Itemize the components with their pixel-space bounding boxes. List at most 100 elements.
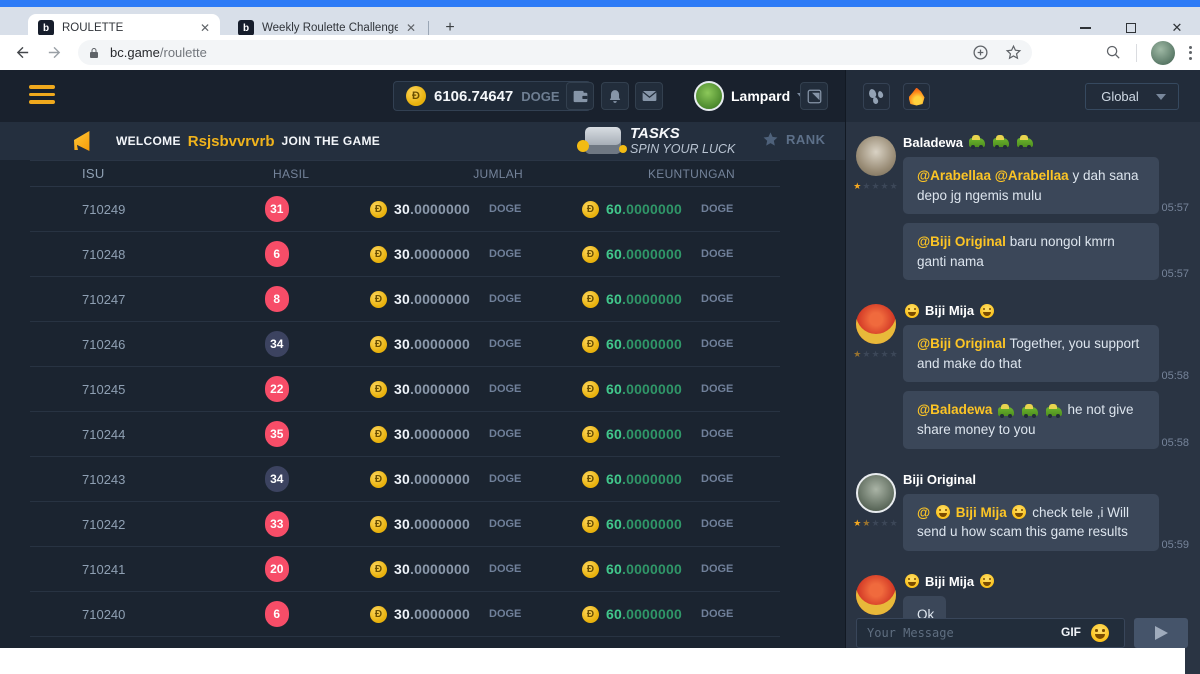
- user-mention[interactable]: @Biji Original: [917, 336, 1006, 351]
- chat-avatar[interactable]: [856, 575, 896, 615]
- chat-message-input[interactable]: [856, 618, 1125, 648]
- result-badge: 33: [265, 511, 289, 537]
- search-icon[interactable]: [1105, 44, 1122, 61]
- chat-avatar[interactable]: [856, 304, 896, 344]
- chat-author-name[interactable]: Biji Original: [903, 472, 976, 487]
- doge-coin-icon: Đ: [370, 606, 387, 623]
- rain-button[interactable]: [863, 83, 890, 110]
- coin-drop-button[interactable]: [903, 83, 930, 110]
- bets-table: ISU HASIL JUMLAH KEUNTUNGAN 71024931Đ30.…: [30, 160, 780, 637]
- tab-close-icon[interactable]: ✕: [200, 22, 210, 34]
- column-isu: ISU: [82, 166, 273, 181]
- table-row: 71024634Đ30.0000000DOGEĐ60.0000000DOGE: [30, 322, 780, 367]
- user-mention[interactable]: Biji Mija: [956, 505, 1007, 520]
- user-mention[interactable]: @Baladewa: [917, 402, 992, 417]
- chat-bubble: @Baladewa he not give share money to you: [903, 391, 1159, 448]
- result-cell: 8: [265, 286, 370, 312]
- forward-icon[interactable]: [44, 43, 64, 63]
- amount-value: 30.0000000: [394, 246, 470, 262]
- browser-titlebar: b ROULETTE ✕ b Weekly Roulette Challenge…: [0, 7, 1200, 35]
- balance-selector[interactable]: Đ 6106.74647 DOGE: [393, 81, 591, 111]
- star-icon: ★: [881, 349, 890, 359]
- result-badge: 34: [265, 331, 289, 357]
- currency-label: DOGE: [489, 248, 523, 260]
- chat-input-row: GIF: [856, 618, 1188, 648]
- gif-button[interactable]: GIF: [1061, 625, 1081, 639]
- result-badge: 20: [265, 556, 289, 582]
- table-row: 71024120Đ30.0000000DOGEĐ60.0000000DOGE: [30, 547, 780, 592]
- url-bar[interactable]: bc.game/roulette: [78, 40, 1032, 65]
- table-row: 7102486Đ30.0000000DOGEĐ60.0000000DOGE: [30, 232, 780, 277]
- currency-label: DOGE: [701, 383, 735, 395]
- chat-author: Biji Original: [903, 472, 1189, 487]
- user-mention[interactable]: @Biji Original: [917, 234, 1006, 249]
- chat-toggle-button[interactable]: [800, 82, 828, 110]
- result-cell: 31: [265, 196, 370, 222]
- chat-message: @Biji Original Together, you support and…: [903, 325, 1189, 382]
- star-icon: ★: [881, 181, 890, 191]
- emoji-picker-icon[interactable]: [1091, 624, 1109, 642]
- amount-value: 30.0000000: [394, 381, 470, 397]
- result-badge: 35: [265, 421, 289, 447]
- chat-channel-select[interactable]: Global: [1085, 83, 1179, 110]
- url-text: bc.game/roulette: [110, 45, 207, 60]
- bookmark-star-icon[interactable]: [1005, 44, 1022, 61]
- chat-author-name[interactable]: Biji Mija: [925, 303, 974, 318]
- amount-value: 60.0000000: [606, 246, 682, 262]
- chat-avatar[interactable]: [856, 473, 896, 513]
- chat-message-group: ★★★★★Biji MijaOk05:59: [846, 561, 1200, 618]
- rank-link[interactable]: RANK: [762, 131, 826, 148]
- currency-label: DOGE: [701, 563, 735, 575]
- chat-header: Global: [846, 70, 1200, 122]
- send-message-button[interactable]: [1134, 618, 1188, 648]
- amount-value: 60.0000000: [606, 336, 682, 352]
- notifications-button[interactable]: [601, 82, 629, 110]
- chat-author-name[interactable]: Biji Mija: [925, 574, 974, 589]
- messages-button[interactable]: [635, 82, 663, 110]
- browser-profile-avatar[interactable]: [1151, 41, 1175, 65]
- profit-cell: Đ60.0000000DOGE: [523, 426, 735, 443]
- panel-icon: [807, 89, 822, 104]
- amount-value: 30.0000000: [394, 291, 470, 307]
- user-name: Lampard: [731, 88, 790, 104]
- currency-label: DOGE: [489, 473, 523, 485]
- currency-label: DOGE: [701, 293, 735, 305]
- user-mention[interactable]: @: [917, 505, 930, 520]
- doge-coin-icon: Đ: [370, 246, 387, 263]
- result-badge: 6: [265, 601, 289, 627]
- user-menu[interactable]: Lampard: [694, 81, 807, 111]
- browser-menu-icon[interactable]: [1189, 46, 1192, 60]
- star-icon: ★: [862, 518, 871, 528]
- bet-id-cell: 710247: [82, 292, 265, 307]
- doge-coin-icon: Đ: [582, 516, 599, 533]
- amount-value: 60.0000000: [606, 471, 682, 487]
- window-accent-strip: [0, 0, 1200, 7]
- amount-value: 30.0000000: [394, 561, 470, 577]
- chat-messages: ★★★★★Baladewa@Arabellaa @Arabellaa y dah…: [846, 122, 1200, 618]
- tab-close-icon[interactable]: ✕: [406, 22, 416, 34]
- message-time: 05:58: [1161, 437, 1189, 449]
- doge-coin-icon: Đ: [582, 606, 599, 623]
- amount-value: 60.0000000: [606, 291, 682, 307]
- tasks-link[interactable]: TASKS SPIN YOUR LUCK: [630, 125, 735, 156]
- column-hasil: HASIL: [273, 167, 383, 181]
- profit-cell: Đ60.0000000DOGE: [523, 201, 735, 218]
- user-mention[interactable]: @Arabellaa: [917, 168, 991, 183]
- hamburger-menu-icon[interactable]: [29, 85, 55, 104]
- chat-author-name[interactable]: Baladewa: [903, 135, 963, 150]
- tasks-chest-icon[interactable]: [585, 127, 621, 154]
- back-icon[interactable]: [12, 43, 32, 63]
- currency-label: DOGE: [701, 518, 735, 530]
- bet-id-cell: 710242: [82, 517, 265, 532]
- tab-title: ROULETTE: [62, 22, 192, 34]
- zoom-page-icon[interactable]: [972, 44, 989, 61]
- wallet-button[interactable]: [566, 82, 594, 110]
- profit-cell: Đ60.0000000DOGE: [523, 561, 735, 578]
- browser-addressbar: bc.game/roulette: [0, 35, 1200, 70]
- profit-cell: Đ60.0000000DOGE: [523, 516, 735, 533]
- bcgame-app: Đ 6106.74647 DOGE Lampard: [0, 70, 1200, 674]
- user-mention[interactable]: @Arabellaa: [995, 168, 1069, 183]
- currency-label: DOGE: [701, 338, 735, 350]
- table-body: 71024931Đ30.0000000DOGEĐ60.0000000DOGE71…: [30, 187, 780, 637]
- chat-avatar[interactable]: [856, 136, 896, 176]
